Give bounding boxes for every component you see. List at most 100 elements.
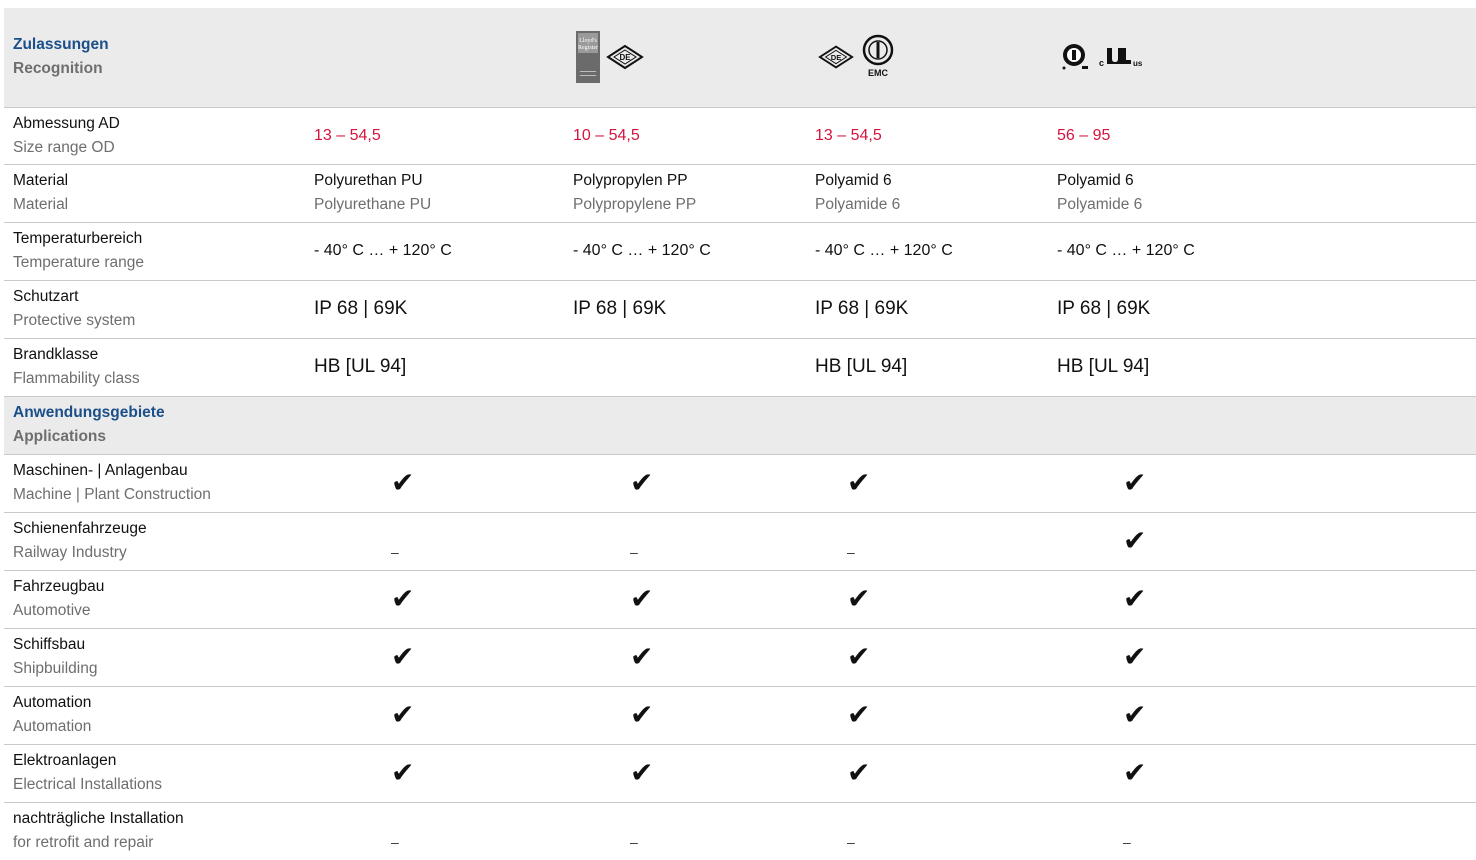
- ul-prefix-text: c: [1099, 58, 1104, 68]
- protection-cell-3: IP 68 | 69K: [803, 280, 1045, 339]
- application-row: Fahrzeugbau Automotive ✔ ✔ ✔ ✔: [4, 570, 1476, 629]
- property-label-de: Abmessung AD: [13, 114, 120, 132]
- application-label-en: Shipbuilding: [13, 660, 98, 677]
- application-mark-cell: ✔: [803, 744, 1045, 803]
- size-cell-1: 13 – 54,5: [302, 107, 561, 165]
- property-row-material: Material Material Polyurethan PU Polyure…: [4, 164, 1476, 223]
- check-icon: ✔: [391, 466, 415, 499]
- dash-icon: –: [847, 544, 855, 560]
- protection-cell-4: IP 68 | 69K: [1045, 280, 1476, 339]
- check-icon: ✔: [847, 640, 871, 673]
- application-mark-cell: ✔: [1045, 628, 1476, 687]
- application-mark-cell: ✔: [302, 628, 561, 687]
- check-icon: ✔: [1123, 698, 1147, 731]
- material-cell-1: Polyurethan PU Polyurethane PU: [302, 164, 561, 223]
- property-row-temperature: Temperaturbereich Temperature range - 40…: [4, 222, 1476, 281]
- recognition-cell-2: Lloyd's Register DE: [561, 8, 803, 108]
- applications-header-row: Anwendungsgebiete Applications: [4, 396, 1476, 455]
- material-cell-4: Polyamid 6 Polyamide 6: [1045, 164, 1476, 223]
- check-icon: ✔: [630, 698, 654, 731]
- protection-value: IP 68 | 69K: [314, 298, 408, 319]
- material-cell-2: Polypropylen PP Polypropylene PP: [561, 164, 803, 223]
- property-label-en: Material: [13, 196, 69, 213]
- application-label-en: Electrical Installations: [13, 776, 163, 793]
- recognition-cell-1: [302, 8, 561, 108]
- property-label-de: Brandklasse: [13, 346, 99, 363]
- dash-icon: –: [630, 834, 638, 851]
- material-value-de: Polyamid 6: [815, 172, 892, 189]
- temperature-cell-1: - 40° C … + 120° C: [302, 222, 561, 281]
- material-value-en: Polyamide 6: [815, 196, 901, 213]
- application-label-de: Automation: [13, 694, 92, 711]
- application-mark-cell: –: [561, 512, 803, 571]
- check-icon: ✔: [1123, 524, 1147, 557]
- flammability-cell-2: [561, 338, 803, 397]
- temperature-value: - 40° C … + 120° C: [815, 242, 953, 259]
- recognition-label-cell: Zulassungen Recognition: [4, 8, 302, 108]
- application-label-de: Maschinen- | Anlagenbau: [13, 462, 188, 479]
- application-mark-cell: ✔: [561, 570, 803, 629]
- lloyds-text-2: Register: [578, 45, 598, 51]
- vde-emc-logo: EMC: [862, 35, 894, 78]
- material-value-de: Polyamid 6: [1057, 172, 1134, 189]
- flammability-value: HB [UL 94]: [314, 356, 407, 377]
- application-row: Schienenfahrzeuge Railway Industry – – – ✔: [4, 512, 1476, 571]
- application-mark-cell: ✔: [1045, 512, 1476, 571]
- material-value-en: Polyamide 6: [1057, 196, 1143, 213]
- application-label-en: Automation: [13, 718, 92, 735]
- application-mark-cell: ✔: [302, 454, 561, 513]
- size-value: 10 – 54,5: [573, 126, 640, 144]
- application-label-de: nachträgliche Installation: [13, 810, 184, 828]
- property-label-en: Temperature range: [13, 254, 144, 271]
- application-label-cell: nachträgliche Installation for retrofit a…: [4, 802, 302, 860]
- check-icon: ✔: [391, 756, 415, 789]
- application-label-en: Railway Industry: [13, 544, 127, 561]
- application-mark-cell: ✔: [561, 628, 803, 687]
- property-label-de: Material: [13, 172, 69, 189]
- vde-mark-logo: DE: [606, 45, 644, 70]
- spec-sheet: Zulassungen Recognition Lloyd's Register: [0, 0, 1476, 857]
- dash-icon: –: [391, 834, 399, 851]
- property-label-cell: Abmessung AD Size range OD: [4, 107, 302, 165]
- check-icon: ✔: [1123, 466, 1147, 499]
- protection-value: IP 68 | 69K: [573, 298, 667, 319]
- lloyds-register-logo: Lloyd's Register: [576, 31, 600, 84]
- property-row-protection: Schutzart Protective system IP 68 | 69K …: [4, 280, 1476, 339]
- check-icon: ✔: [847, 756, 871, 789]
- application-mark-cell: ✔: [803, 686, 1045, 745]
- flammability-cell-4: HB [UL 94]: [1045, 338, 1476, 397]
- recognition-title-en: Recognition: [13, 60, 103, 78]
- size-value: 13 – 54,5: [815, 126, 882, 144]
- property-label-en: Flammability class: [13, 370, 140, 387]
- temperature-cell-2: - 40° C … + 120° C: [561, 222, 803, 281]
- application-mark-cell: ✔: [561, 744, 803, 803]
- application-label-cell: Automation Automation: [4, 686, 302, 745]
- protection-cell-1: IP 68 | 69K: [302, 280, 561, 339]
- applications-header-cell: [302, 396, 561, 455]
- application-label-en: for retrofit and repair: [13, 834, 154, 852]
- protection-value: IP 68 | 69K: [1057, 298, 1151, 319]
- applications-title-de: Anwendungsgebiete: [13, 404, 165, 421]
- application-label-de: Fahrzeugbau: [13, 578, 105, 595]
- application-rows: Maschinen- | Anlagenbau Machine | Plant C…: [4, 454, 1476, 860]
- application-label-en: Automotive: [13, 602, 91, 619]
- check-icon: ✔: [1123, 640, 1147, 673]
- temperature-value: - 40° C … + 120° C: [573, 242, 711, 259]
- property-label-de: Schutzart: [13, 288, 79, 305]
- application-label-en: Machine | Plant Construction: [13, 486, 211, 503]
- application-mark-cell: –: [302, 512, 561, 571]
- vde-mark-text-2: DE: [831, 53, 842, 62]
- application-row: Maschinen- | Anlagenbau Machine | Plant C…: [4, 454, 1476, 513]
- application-row: nachträgliche Installation for retrofit a…: [4, 802, 1476, 860]
- recognition-header-row: Zulassungen Recognition Lloyd's Register: [4, 8, 1476, 108]
- application-mark-cell: ✔: [803, 570, 1045, 629]
- temperature-cell-4: - 40° C … + 120° C: [1045, 222, 1476, 281]
- check-icon: ✔: [391, 640, 415, 673]
- application-mark-cell: –: [561, 802, 803, 860]
- ul-suffix-text: us: [1133, 59, 1142, 68]
- applications-label-cell: Anwendungsgebiete Applications: [4, 396, 302, 455]
- size-cell-3: 13 – 54,5: [803, 107, 1045, 165]
- application-label-cell: Schienenfahrzeuge Railway Industry: [4, 512, 302, 571]
- temperature-cell-3: - 40° C … + 120° C: [803, 222, 1045, 281]
- property-label-cell: Brandklasse Flammability class: [4, 338, 302, 397]
